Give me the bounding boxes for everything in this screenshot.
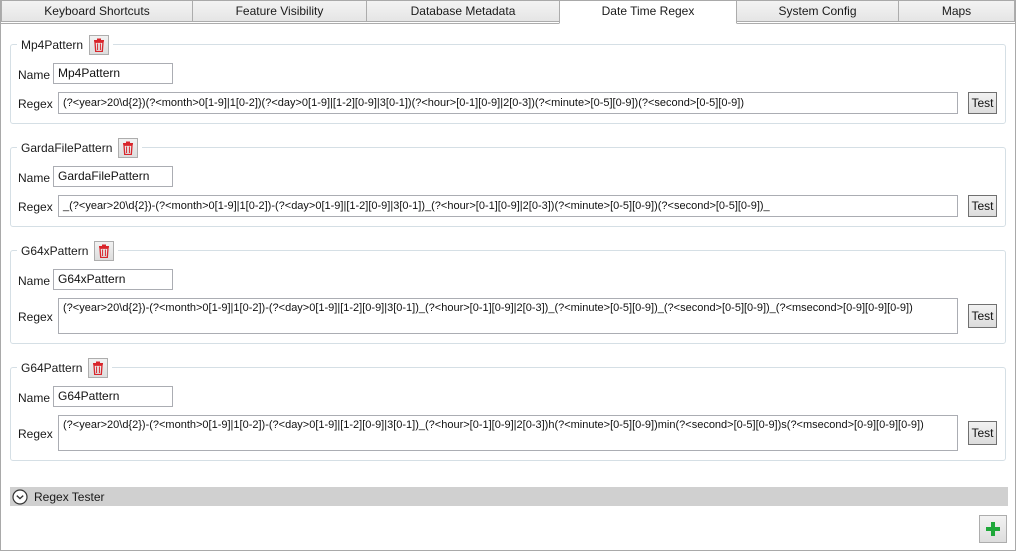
name-field[interactable]: G64xPattern bbox=[53, 269, 173, 290]
regex-label: Regex bbox=[18, 97, 53, 111]
tab-feature-visibility[interactable]: Feature Visibility bbox=[192, 1, 367, 22]
add-pattern-button[interactable] bbox=[979, 515, 1007, 543]
name-label: Name bbox=[18, 171, 51, 185]
name-label: Name bbox=[18, 391, 51, 405]
regex-field[interactable]: (?<year>20\d{2})-(?<month>0[1-9]|1[0-2])… bbox=[58, 298, 958, 334]
regex-label: Regex bbox=[18, 310, 53, 324]
pattern-group-header: Mp4Pattern bbox=[17, 34, 114, 56]
tab-system-config[interactable]: System Config bbox=[736, 1, 899, 22]
tab-strip: Keyboard Shortcuts Feature Visibility Da… bbox=[1, 1, 1015, 24]
trash-icon bbox=[93, 361, 104, 375]
trash-icon bbox=[94, 38, 105, 52]
regex-label: Regex bbox=[18, 200, 53, 214]
trash-icon bbox=[123, 141, 134, 155]
regex-field[interactable]: _(?<year>20\d{2})-(?<month>0[1-9]|1[0-2]… bbox=[58, 195, 958, 217]
name-field[interactable]: GardaFilePattern bbox=[53, 166, 173, 187]
regex-tester-label: Regex Tester bbox=[34, 489, 105, 504]
tab-database-metadata[interactable]: Database Metadata bbox=[366, 1, 560, 22]
name-field[interactable]: G64Pattern bbox=[53, 386, 173, 407]
pattern-group-title: GardaFilePattern bbox=[21, 141, 113, 155]
delete-pattern-button[interactable] bbox=[118, 138, 139, 158]
test-button[interactable]: Test bbox=[968, 92, 997, 114]
regex-tester-expander[interactable]: Regex Tester bbox=[10, 487, 1008, 506]
plus-icon bbox=[986, 522, 1000, 536]
pattern-group-header: G64xPattern bbox=[17, 240, 119, 262]
regex-field[interactable]: (?<year>20\d{2})(?<month>0[1-9]|1[0-2])(… bbox=[58, 92, 958, 114]
pattern-group-title: G64xPattern bbox=[21, 244, 89, 258]
trash-icon bbox=[99, 244, 110, 258]
settings-window: Keyboard Shortcuts Feature Visibility Da… bbox=[0, 0, 1016, 551]
tab-date-time-regex[interactable]: Date Time Regex bbox=[559, 1, 737, 24]
test-button[interactable]: Test bbox=[968, 195, 997, 217]
pattern-group-header: G64Pattern bbox=[17, 357, 113, 379]
delete-pattern-button[interactable] bbox=[94, 241, 115, 261]
delete-pattern-button[interactable] bbox=[88, 358, 109, 378]
name-label: Name bbox=[18, 274, 51, 288]
tab-maps[interactable]: Maps bbox=[898, 1, 1015, 22]
pattern-group-title: Mp4Pattern bbox=[21, 38, 84, 52]
test-button[interactable]: Test bbox=[968, 304, 997, 328]
regex-field[interactable]: (?<year>20\d{2})-(?<month>0[1-9]|1[0-2])… bbox=[58, 415, 958, 451]
name-label: Name bbox=[18, 68, 51, 82]
pattern-group-header: GardaFilePattern bbox=[17, 137, 143, 159]
delete-pattern-button[interactable] bbox=[89, 35, 110, 55]
chevron-down-circle-icon bbox=[12, 488, 28, 505]
tab-keyboard-shortcuts[interactable]: Keyboard Shortcuts bbox=[1, 1, 193, 22]
test-button[interactable]: Test bbox=[968, 421, 997, 445]
regex-label: Regex bbox=[18, 427, 53, 441]
pattern-group-title: G64Pattern bbox=[21, 361, 83, 375]
name-field[interactable]: Mp4Pattern bbox=[53, 63, 173, 84]
